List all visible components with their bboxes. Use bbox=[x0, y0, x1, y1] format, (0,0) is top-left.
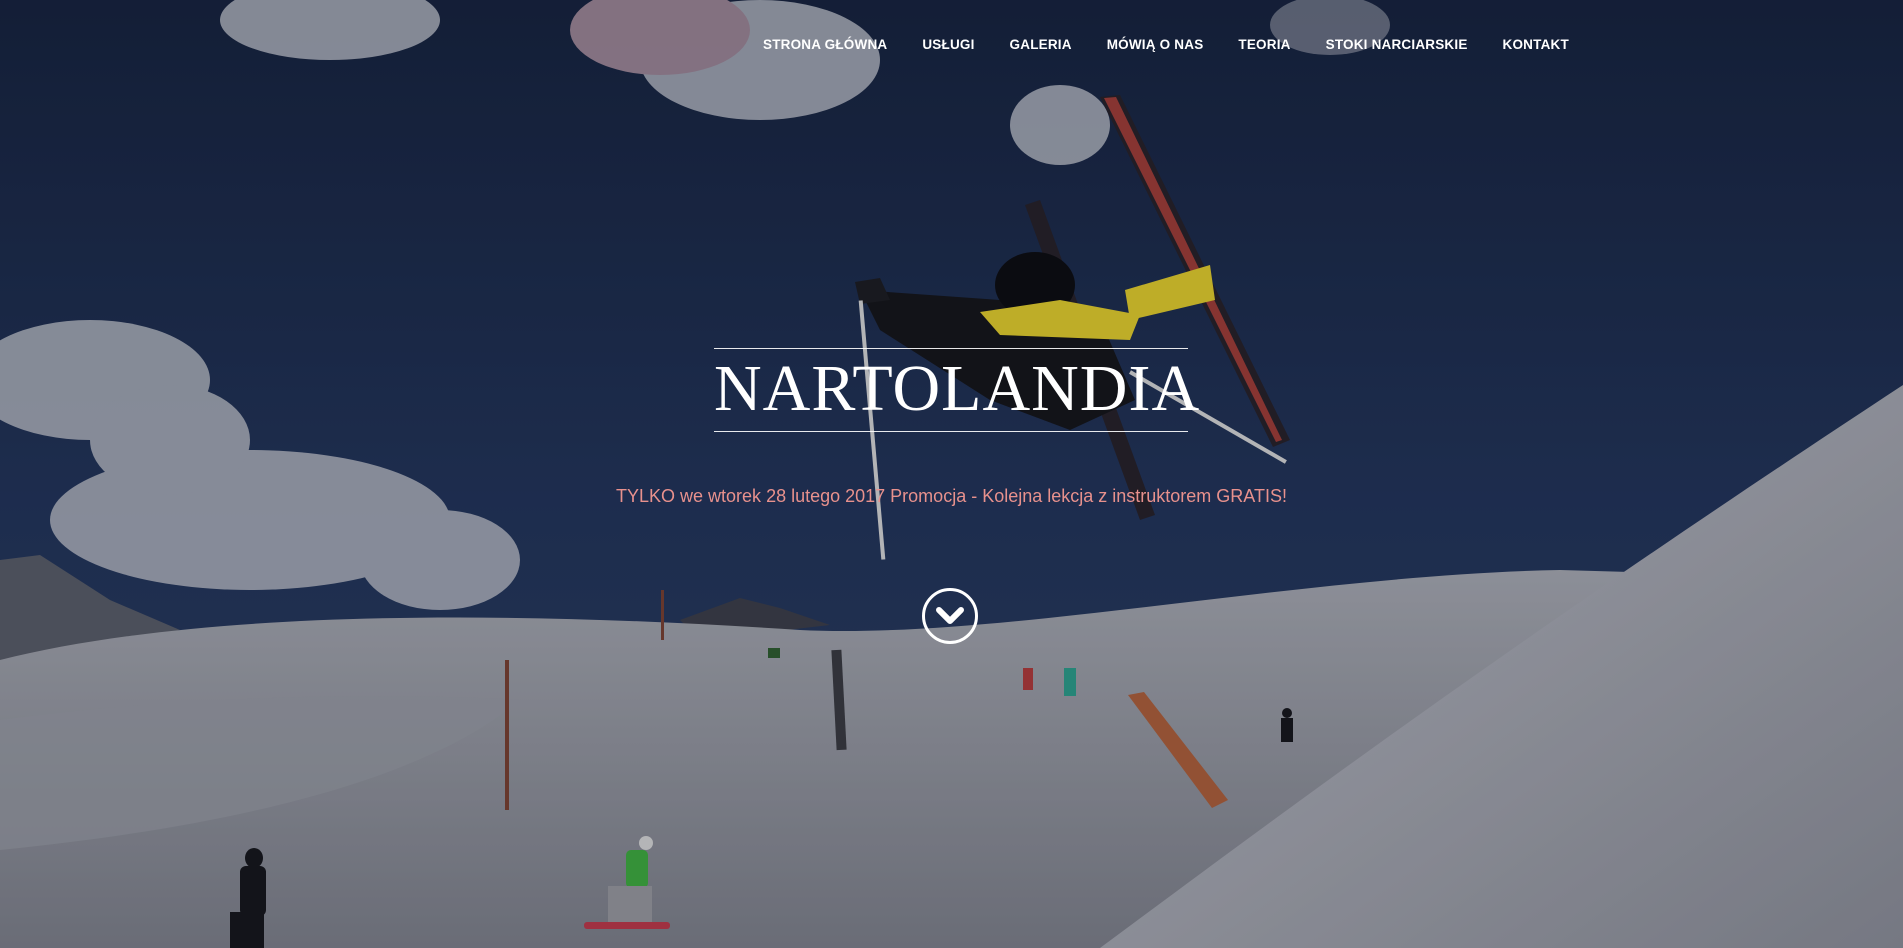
nav-item-mowia-o-nas[interactable]: MÓWIĄ O NAS bbox=[1107, 37, 1204, 57]
main-navigation: STRONA GŁÓWNA USŁUGI GALERIA MÓWIĄ O NAS… bbox=[763, 37, 1569, 57]
promo-text: TYLKO we wtorek 28 lutego 2017 Promocja … bbox=[616, 486, 1287, 506]
nav-item-strona-glowna[interactable]: STRONA GŁÓWNA bbox=[763, 37, 887, 57]
chevron-down-icon bbox=[936, 607, 964, 624]
hero-dark-overlay bbox=[0, 0, 1903, 948]
site-title: NARTOLANDIA bbox=[714, 352, 1201, 425]
scroll-down-button[interactable] bbox=[922, 588, 978, 644]
nav-item-stoki-narciarskie[interactable]: STOKI NARCIARSKIE bbox=[1326, 37, 1468, 57]
nav-item-kontakt[interactable]: KONTAKT bbox=[1503, 37, 1569, 57]
hero-section bbox=[0, 0, 1903, 948]
site-brand: NARTOLANDIA bbox=[714, 348, 1201, 432]
nav-item-galeria[interactable]: GALERIA bbox=[1010, 37, 1072, 57]
nav-item-teoria[interactable]: TEORIA bbox=[1238, 37, 1290, 57]
nav-item-uslugi[interactable]: USŁUGI bbox=[922, 37, 974, 57]
